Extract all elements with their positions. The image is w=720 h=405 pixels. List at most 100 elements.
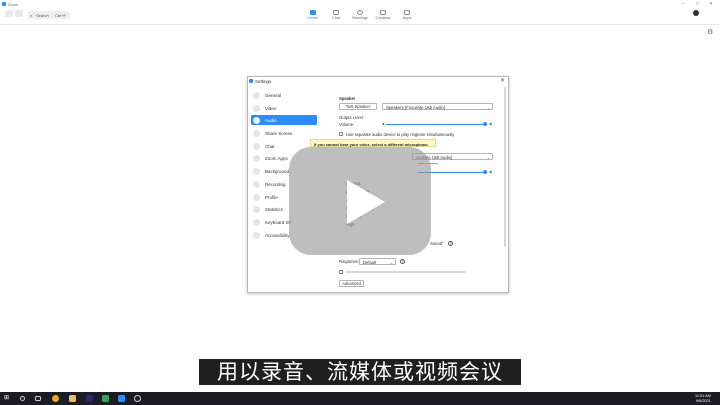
partially-hidden-checkbox[interactable] bbox=[339, 270, 343, 274]
settings-taskbar-icon[interactable] bbox=[134, 395, 141, 402]
record-icon bbox=[253, 180, 260, 188]
video-play-button[interactable] bbox=[289, 147, 431, 255]
headphones-icon bbox=[253, 116, 260, 124]
profile-icon bbox=[253, 193, 260, 201]
tab-apps-label: Apps bbox=[402, 16, 412, 20]
original-sound-label: Sound" bbox=[430, 241, 444, 246]
output-level-label: Output Level: bbox=[339, 115, 364, 120]
settings-titlebar: Settings bbox=[248, 77, 508, 85]
task-view-icon[interactable] bbox=[35, 396, 41, 401]
tab-contacts[interactable]: Contacts bbox=[371, 10, 395, 24]
speaker-select[interactable]: Speakers (Focusrite Usb Audio) ⌄ bbox=[382, 103, 493, 110]
ringtones-select-value: Default bbox=[363, 260, 377, 266]
sidebar-item-label: Profile bbox=[265, 194, 278, 200]
sidebar-item-share-screen[interactable]: Share Screen bbox=[251, 128, 317, 138]
gear-icon[interactable]: ⚙ bbox=[707, 28, 713, 36]
tab-meetings-label: Meetings bbox=[352, 16, 368, 20]
play-icon bbox=[347, 180, 385, 224]
zoom-taskbar-icon[interactable] bbox=[118, 395, 125, 402]
sidebar-item-audio[interactable]: Audio bbox=[251, 115, 317, 125]
keyboard-icon bbox=[253, 218, 260, 226]
sidebar-item-label: Share Screen bbox=[265, 130, 293, 136]
background-icon bbox=[253, 167, 260, 175]
advanced-button[interactable]: Advanced bbox=[339, 280, 364, 287]
clock-icon bbox=[357, 10, 363, 15]
volume-high-icon: ◂) bbox=[489, 121, 493, 126]
sidebar-item-label: Statistics bbox=[265, 206, 284, 212]
settings-title: Settings bbox=[255, 78, 272, 84]
sidebar-item-label: Keyboard Sh bbox=[265, 219, 292, 225]
tab-apps[interactable]: Apps bbox=[395, 10, 419, 24]
tab-home-label: Home bbox=[307, 16, 319, 20]
tab-meetings[interactable]: Meetings bbox=[348, 10, 372, 24]
speaker-heading: Speaker bbox=[339, 96, 356, 101]
ringtones-select[interactable]: Default ⌄ bbox=[359, 258, 396, 265]
sidebar-item-label: Chat bbox=[265, 143, 275, 149]
separate-device-checkbox[interactable] bbox=[339, 132, 343, 136]
tab-home[interactable]: Home bbox=[301, 10, 325, 24]
sidebar-item-label: Audio bbox=[265, 117, 277, 123]
forward-button[interactable] bbox=[15, 10, 23, 17]
sidebar-item-label: Accessibility bbox=[265, 232, 290, 238]
share-screen-icon bbox=[253, 129, 260, 137]
volume-label: Volume: bbox=[339, 122, 355, 127]
search-icon[interactable] bbox=[20, 396, 25, 401]
minimize-button[interactable]: – bbox=[682, 1, 685, 6]
taskbar-clock[interactable]: 11:51 AM 9/6/2021 bbox=[695, 394, 711, 404]
search-icon: ⌕ bbox=[30, 12, 33, 18]
chevron-down-icon: ⌄ bbox=[486, 105, 490, 110]
close-icon[interactable]: ✕ bbox=[500, 77, 505, 84]
test-speaker-button[interactable]: Test Speaker bbox=[339, 103, 377, 110]
tab-chat[interactable]: Chat bbox=[324, 10, 348, 24]
speaker-volume-track[interactable] bbox=[386, 123, 484, 125]
dialog-scrollbar[interactable] bbox=[504, 87, 506, 247]
home-icon bbox=[310, 10, 316, 15]
hidden-option-row bbox=[346, 271, 466, 273]
search-input[interactable]: ⌕ Search Ctrl+F bbox=[28, 11, 70, 19]
video-subtitle: 用以录音、流媒体或视频会议 bbox=[199, 359, 521, 385]
search-shortcut: Ctrl+F bbox=[55, 12, 66, 18]
maximize-button[interactable]: □ bbox=[696, 1, 699, 6]
contacts-icon bbox=[380, 10, 386, 15]
help-icon[interactable]: ? bbox=[400, 259, 405, 264]
back-button[interactable] bbox=[5, 10, 13, 17]
window-title: Zoom bbox=[8, 1, 19, 7]
zoom-logo-icon bbox=[2, 2, 6, 6]
help-icon[interactable]: ? bbox=[448, 241, 453, 246]
apps-icon bbox=[404, 10, 410, 15]
windows-start-icon[interactable]: ⊞ bbox=[4, 394, 11, 401]
search-label: Search bbox=[36, 12, 49, 18]
sidebar-item-label: Video bbox=[265, 105, 277, 111]
tab-chat-label: Chat bbox=[331, 16, 341, 20]
accessibility-icon bbox=[253, 231, 260, 239]
windows-taskbar: ⊞ 11:51 AM 9/6/2021 bbox=[0, 392, 720, 405]
mic-volume-knob[interactable] bbox=[483, 170, 487, 174]
file-explorer-icon[interactable] bbox=[69, 395, 76, 402]
chevron-down-icon: ⌄ bbox=[389, 260, 393, 265]
premiere-icon[interactable] bbox=[86, 395, 93, 402]
close-window-button[interactable]: ✕ bbox=[709, 1, 713, 7]
avatar[interactable] bbox=[693, 10, 699, 16]
sidebar-item-video[interactable]: Video bbox=[251, 103, 317, 113]
apps-icon bbox=[253, 154, 260, 162]
tab-contacts-label: Contacts bbox=[375, 16, 391, 20]
chat-icon bbox=[333, 10, 339, 15]
shield-icon[interactable] bbox=[102, 395, 109, 402]
chat-icon bbox=[253, 142, 260, 150]
window-titlebar: Zoom – □ ✕ bbox=[0, 0, 720, 8]
sidebar-item-label: Background bbox=[265, 168, 290, 174]
sidebar-item-label: Zoom Apps bbox=[265, 155, 288, 161]
chrome-icon[interactable] bbox=[52, 395, 59, 402]
statistics-icon bbox=[253, 205, 260, 213]
sidebar-item-general[interactable]: General bbox=[251, 90, 317, 100]
sidebar-item-label: Recording bbox=[265, 181, 286, 187]
mic-tooltip-text: If you cannot hear your voice, select a … bbox=[314, 141, 429, 147]
speaker-volume-knob[interactable] bbox=[483, 122, 487, 126]
volume-high-icon: ◂) bbox=[489, 169, 493, 174]
clock-time: 11:51 AM bbox=[695, 393, 711, 398]
speaker-select-value: Speakers (Focusrite Usb Audio) bbox=[386, 105, 446, 111]
general-icon bbox=[253, 91, 260, 99]
separate-device-label: Use separate audio device to play ringto… bbox=[346, 132, 455, 137]
sidebar-item-label: General bbox=[265, 92, 282, 98]
video-icon bbox=[253, 104, 260, 112]
